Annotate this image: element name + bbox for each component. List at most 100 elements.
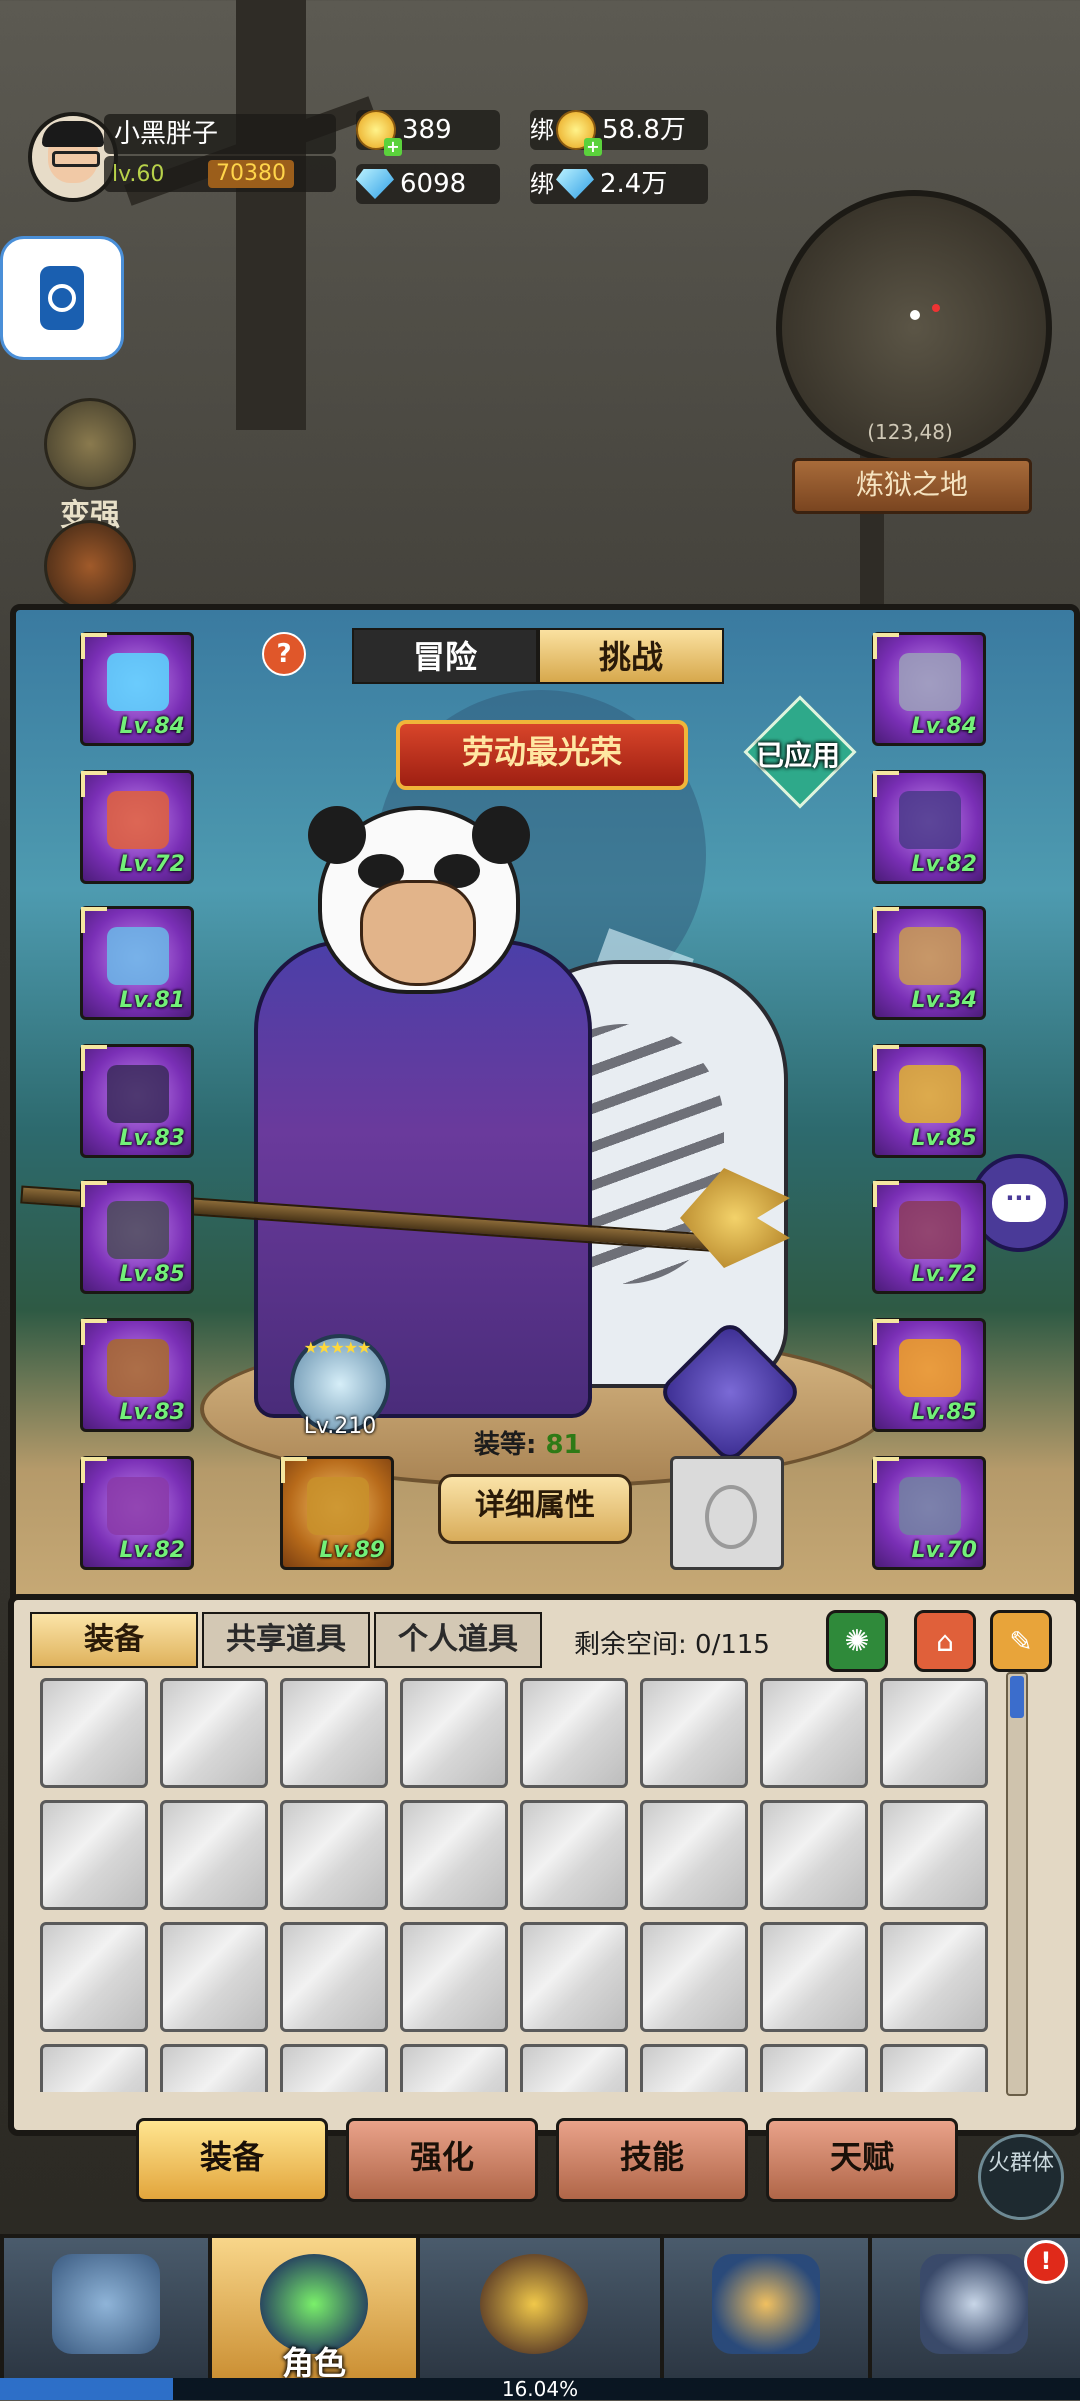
player-name: 小黑胖子 <box>104 114 336 154</box>
tab-personal-items[interactable]: 个人道具 <box>374 1612 542 1668</box>
sort-button[interactable]: ✎ <box>990 1610 1052 1672</box>
inventory-cell[interactable] <box>280 1800 388 1910</box>
inventory-cell[interactable] <box>400 1800 508 1910</box>
inventory-cell[interactable] <box>880 1800 988 1910</box>
weapon-slot[interactable]: Lv.89 <box>280 1456 394 1570</box>
slot-level: Lv.84 <box>911 714 977 739</box>
inventory-cell[interactable] <box>520 1800 628 1910</box>
bound-gem-display[interactable]: 绑 + 2.4万 <box>530 164 708 204</box>
equip-slot-right-4[interactable]: Lv.85 <box>872 1044 986 1158</box>
warehouse-icon: ⌂ <box>936 1624 954 1658</box>
inventory-cell[interactable] <box>640 2044 748 2092</box>
inventory-cell[interactable] <box>40 2044 148 2092</box>
subtab-talent[interactable]: 天赋 <box>766 2118 958 2202</box>
inventory-cell[interactable] <box>160 1800 268 1910</box>
inventory-cell[interactable] <box>400 2044 508 2092</box>
equip-slot-right-6[interactable]: Lv.85 <box>872 1318 986 1432</box>
nav-treasure[interactable] <box>660 2234 872 2392</box>
equip-slot-right-3[interactable]: Lv.34 <box>872 906 986 1020</box>
gold-display[interactable]: + 389 <box>356 110 500 156</box>
tab-shared-items[interactable]: 共享道具 <box>202 1612 370 1668</box>
inventory-cell[interactable] <box>280 1922 388 2032</box>
slot-level: Lv.85 <box>911 1400 977 1425</box>
inventory-cell[interactable] <box>760 1678 868 1788</box>
inventory-cell[interactable] <box>40 1800 148 1910</box>
inventory-cell[interactable] <box>160 1678 268 1788</box>
equip-slot-right-2[interactable]: Lv.82 <box>872 770 986 884</box>
bound-gem-amount: 2.4万 <box>600 169 668 199</box>
title-banner[interactable]: 劳动最光荣 <box>396 720 688 790</box>
resource-progress-bar: 16.04% <box>0 2378 1080 2400</box>
inventory-cell[interactable] <box>640 1922 748 2032</box>
tab-challenge[interactable]: 挑战 <box>538 628 724 684</box>
equip-slot-right-1[interactable]: Lv.84 <box>872 632 986 746</box>
equip-slot-left-1[interactable]: Lv.84 <box>80 632 194 746</box>
event-button[interactable] <box>40 520 140 612</box>
slot-level: Lv.34 <box>911 988 977 1013</box>
crossed-swords-skull-icon <box>480 2254 588 2354</box>
inventory-cell[interactable] <box>400 1678 508 1788</box>
inventory-cell[interactable] <box>40 1678 148 1788</box>
slot-level: Lv.83 <box>119 1126 185 1151</box>
inventory-cell[interactable] <box>400 1922 508 2032</box>
strengthen-button[interactable]: 变强 <box>40 398 140 534</box>
inventory-cell[interactable] <box>760 1800 868 1910</box>
fire-group-button[interactable]: 火群体 <box>978 2134 1064 2220</box>
equip-slot-left-3[interactable]: Lv.81 <box>80 906 194 1020</box>
inventory-cell[interactable] <box>40 1922 148 2032</box>
inventory-cell[interactable] <box>520 1678 628 1788</box>
equip-slot-right-7[interactable]: Lv.70 <box>872 1456 986 1570</box>
equip-slot-left-6[interactable]: Lv.83 <box>80 1318 194 1432</box>
detail-attributes-button[interactable]: 详细属性 <box>438 1474 632 1544</box>
nav-character[interactable]: 角色 <box>208 2234 420 2392</box>
recycle-button[interactable]: ✺ <box>826 1610 888 1672</box>
map-name[interactable]: 炼狱之地 <box>792 458 1032 514</box>
warehouse-button[interactable]: ⌂ <box>914 1610 976 1672</box>
bound-gold-display[interactable]: 绑 + 58.8万 <box>530 110 708 156</box>
nav-rune[interactable] <box>0 2234 212 2392</box>
gem-display[interactable]: + 6098 <box>356 164 500 204</box>
inventory-cell[interactable] <box>640 1678 748 1788</box>
slot-level: Lv.82 <box>119 1538 185 1563</box>
inventory-cell[interactable] <box>880 1678 988 1788</box>
empty-slot[interactable] <box>670 1456 784 1570</box>
inventory-cell[interactable] <box>880 2044 988 2092</box>
equip-slot-left-7[interactable]: Lv.82 <box>80 1456 194 1570</box>
subtab-enhance[interactable]: 强化 <box>346 2118 538 2202</box>
subtab-skills[interactable]: 技能 <box>556 2118 748 2202</box>
inventory-cell[interactable] <box>520 2044 628 2092</box>
slot-level: Lv.84 <box>119 714 185 739</box>
gem-amount: 6098 <box>400 169 467 199</box>
castle-icon <box>920 2254 1028 2354</box>
equip-slot-left-4[interactable]: Lv.83 <box>80 1044 194 1158</box>
slot-level: Lv.72 <box>119 852 185 877</box>
tab-adventure[interactable]: 冒险 <box>352 628 538 684</box>
inventory-cell[interactable] <box>520 1922 628 2032</box>
inventory-cell[interactable] <box>280 1678 388 1788</box>
inventory-scrollbar[interactable] <box>1006 1672 1028 2096</box>
inventory-cell[interactable] <box>280 2044 388 2092</box>
help-button[interactable]: ? <box>262 632 306 676</box>
player-level: lv.60 <box>112 161 165 187</box>
map-coordinates: (123,48) <box>867 420 953 444</box>
inventory-cell[interactable] <box>880 1922 988 2032</box>
player-marker-icon <box>910 310 920 320</box>
inventory-grid <box>40 1678 1000 2092</box>
equip-slot-left-5[interactable]: Lv.85 <box>80 1180 194 1294</box>
gold-coin-icon: + <box>556 110 602 156</box>
inventory-cell[interactable] <box>760 1922 868 2032</box>
inventory-cell[interactable] <box>760 2044 868 2092</box>
inventory-cell[interactable] <box>160 1922 268 2032</box>
inventory-cell[interactable] <box>160 2044 268 2092</box>
subtab-equip[interactable]: 装备 <box>136 2118 328 2202</box>
gear-score-value: 81 <box>545 1430 582 1460</box>
applied-label[interactable]: 已应用 <box>740 734 856 774</box>
enemy-marker-icon <box>932 304 940 312</box>
camera-record-button[interactable] <box>0 236 124 360</box>
nav-battle[interactable] <box>416 2234 664 2392</box>
equip-slot-left-2[interactable]: Lv.72 <box>80 770 194 884</box>
equip-slot-right-5[interactable]: Lv.72 <box>872 1180 986 1294</box>
scroll-thumb[interactable] <box>1010 1676 1024 1718</box>
inventory-cell[interactable] <box>640 1800 748 1910</box>
tab-equipment[interactable]: 装备 <box>30 1612 198 1668</box>
